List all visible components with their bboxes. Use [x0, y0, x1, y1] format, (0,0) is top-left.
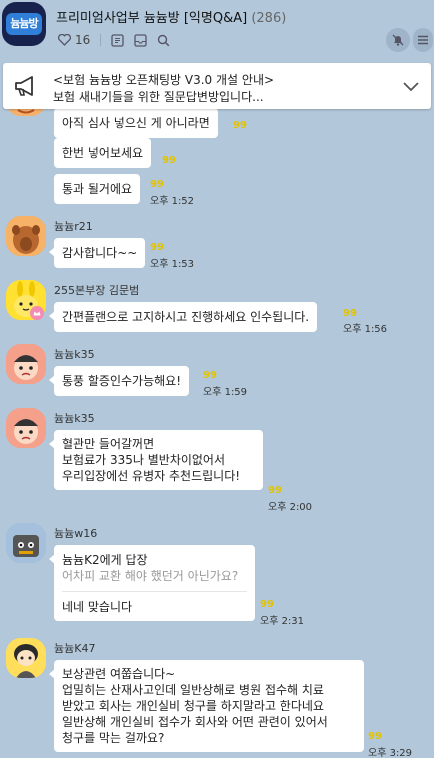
message-bubble[interactable]: 혈관만 들어갈꺼면 보험료가 335나 별반차이없어서 우리입장에선 유병자 추…	[49, 430, 263, 490]
crown-badge-icon	[30, 306, 44, 320]
mute-button[interactable]	[386, 28, 410, 52]
sender-name[interactable]: 늄늄K47	[54, 640, 95, 656]
board-icon	[111, 33, 124, 47]
notice-body: 보험 새내기들을 위한 질문답변방입니다...	[53, 90, 264, 104]
drawer-button[interactable]	[134, 33, 147, 47]
message-bubble[interactable]: 한번 넣어보세요	[54, 138, 152, 168]
message-list[interactable]: 아직 심사 넣으신 게 아니라면 99 한번 넣어보세요 99 통과 될거에요 …	[0, 58, 434, 758]
unread-count: 99	[150, 242, 164, 253]
notice-title: <보험 늄늄방 오픈채팅방 V3.0 개설 안내>	[53, 73, 275, 87]
toolbar-divider	[100, 34, 102, 46]
drawer-icon	[134, 33, 147, 47]
message-time: 오후 3:29	[368, 748, 413, 758]
room-profile-image[interactable]: 늄늄방	[2, 2, 46, 46]
message-line: 청구를 막는 걸까요?	[62, 731, 165, 745]
chevron-down-icon[interactable]	[401, 76, 421, 96]
message-line: 보험료가 335나 별반차이없어서	[62, 453, 226, 467]
header-toolbar: 16	[58, 30, 180, 50]
sender-name[interactable]: 늄늄w16	[54, 525, 97, 541]
notice-board-button[interactable]	[111, 33, 124, 47]
chat-header: 늄늄방 프리미엄사업부 늄늄방 [익명Q&A] (286) 16	[0, 0, 434, 58]
unread-count: 99	[150, 179, 164, 190]
message-bubble[interactable]: 보상관련 여쭙습니다~ 업밀히는 산재사고인데 일반상해로 병원 접수해 치료 …	[49, 660, 364, 752]
character-icon	[6, 523, 46, 563]
unread-count: 99	[368, 731, 382, 742]
message-time: 오후 1:56	[343, 324, 388, 335]
sender-name[interactable]: 늄늄r21	[54, 218, 93, 234]
message-bubble[interactable]: 감사합니다~~	[48, 238, 146, 268]
message-text: 네네 맞습니다	[62, 600, 133, 614]
like-count: 16	[75, 33, 91, 47]
reply-divider	[62, 591, 247, 592]
message-time: 오후 1:53	[150, 259, 195, 270]
unread-count: 99	[260, 599, 274, 610]
message-bubble[interactable]: 통과 될거에요	[54, 174, 141, 204]
reply-quote: 어차피 교환 해야 했던거 아닌가요?	[62, 569, 239, 583]
message-bubble[interactable]: 아직 심사 넣으신 게 아니라면	[54, 108, 218, 138]
member-count: (286)	[251, 11, 287, 26]
menu-button[interactable]	[413, 28, 433, 52]
bell-off-icon	[392, 34, 404, 46]
hamburger-icon	[418, 35, 428, 45]
character-icon	[6, 344, 46, 384]
avatar[interactable]	[6, 638, 46, 678]
avatar[interactable]	[6, 408, 46, 448]
message-line: 우리입장에선 유병자 추천드립니다!	[62, 469, 241, 483]
character-icon	[6, 638, 46, 678]
like-button[interactable]: 16	[58, 33, 90, 47]
notice-banner[interactable]: <보험 늄늄방 오픈채팅방 V3.0 개설 안내> 보험 새내기들을 위한 질문…	[3, 63, 431, 109]
sender-name[interactable]: 255본부장 김문범	[54, 282, 139, 298]
message-line: 업밀히는 산재사고인데 일반상해로 병원 접수해 치료	[62, 683, 324, 697]
unread-count: 99	[233, 120, 247, 131]
message-bubble[interactable]: 통풍 할증인수가능해요!	[48, 366, 190, 396]
megaphone-icon	[15, 76, 33, 96]
room-name: 프리미엄사업부 늄늄방 [익명Q&A]	[56, 11, 248, 26]
avatar[interactable]	[6, 216, 46, 256]
message-time: 오후 2:00	[268, 502, 313, 513]
heart-icon	[58, 34, 71, 46]
message-line: 보상관련 여쭙습니다~	[62, 667, 176, 681]
character-icon	[6, 408, 46, 448]
message-line: 혈관만 들어갈꺼면	[62, 437, 155, 451]
unread-count: 99	[343, 308, 357, 319]
search-icon	[158, 34, 170, 46]
message-time: 오후 1:59	[203, 387, 248, 398]
message-time: 오후 2:31	[260, 616, 305, 627]
message-bubble[interactable]: 간편플랜으로 고지하시고 진행하세요 인수됩니다.	[48, 302, 318, 332]
reply-message-bubble[interactable]: 늄늄K2에게 답장 어차피 교환 해야 했던거 아닌가요? 네네 맞습니다	[49, 545, 255, 621]
avatar[interactable]	[6, 344, 46, 384]
search-button[interactable]	[157, 34, 170, 47]
room-title: 프리미엄사업부 늄늄방 [익명Q&A] (286)	[56, 7, 286, 26]
sender-name[interactable]: 늄늄k35	[54, 410, 95, 426]
message-time: 오후 1:52	[150, 196, 195, 207]
unread-count: 99	[203, 370, 217, 381]
sender-name[interactable]: 늄늄k35	[54, 346, 95, 362]
reply-target: 늄늄K2에게 답장	[62, 553, 148, 567]
unread-count: 99	[162, 155, 176, 166]
avatar[interactable]	[6, 523, 46, 563]
unread-count: 99	[268, 485, 282, 496]
room-logo: 늄늄방	[6, 13, 42, 35]
message-line: 받았고 회사는 개인실비 청구를 하지말라고 한다네요	[62, 699, 324, 713]
bear-icon	[6, 216, 46, 256]
message-line: 일반상해 개인실비 접수가 회사와 어떤 관련이 있어서	[62, 715, 328, 729]
